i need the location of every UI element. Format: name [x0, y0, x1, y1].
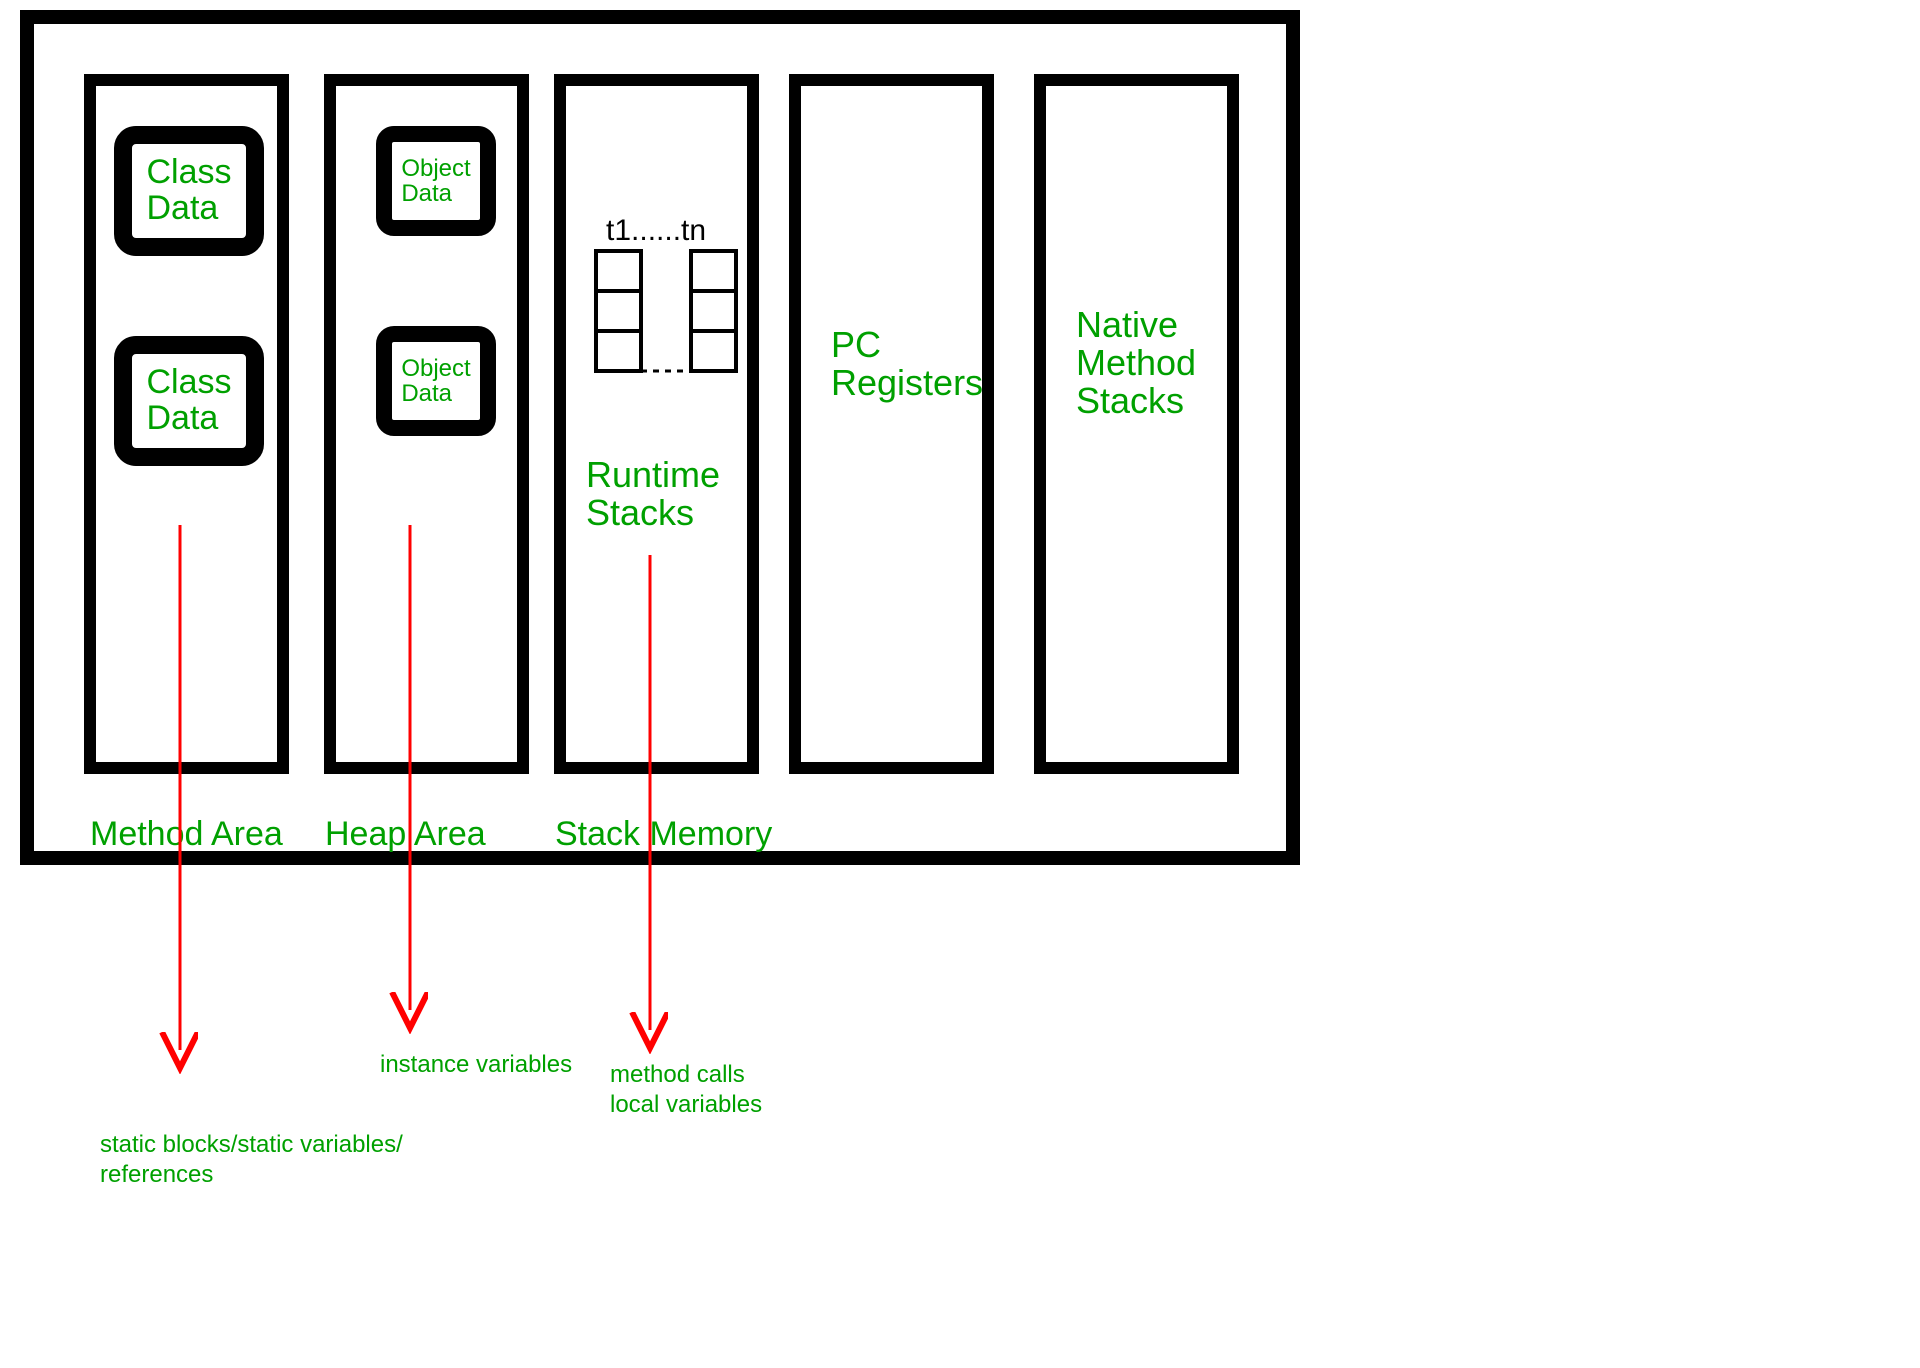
footnote-heap-area: instance variables	[380, 1050, 572, 1080]
footnote-method-area: static blocks/static variables/ referenc…	[100, 1130, 403, 1190]
diagram-canvas: Class Data Class Data Object Data Object…	[0, 0, 1920, 1368]
footnote-stack-memory: method calls local variables	[610, 1060, 762, 1120]
